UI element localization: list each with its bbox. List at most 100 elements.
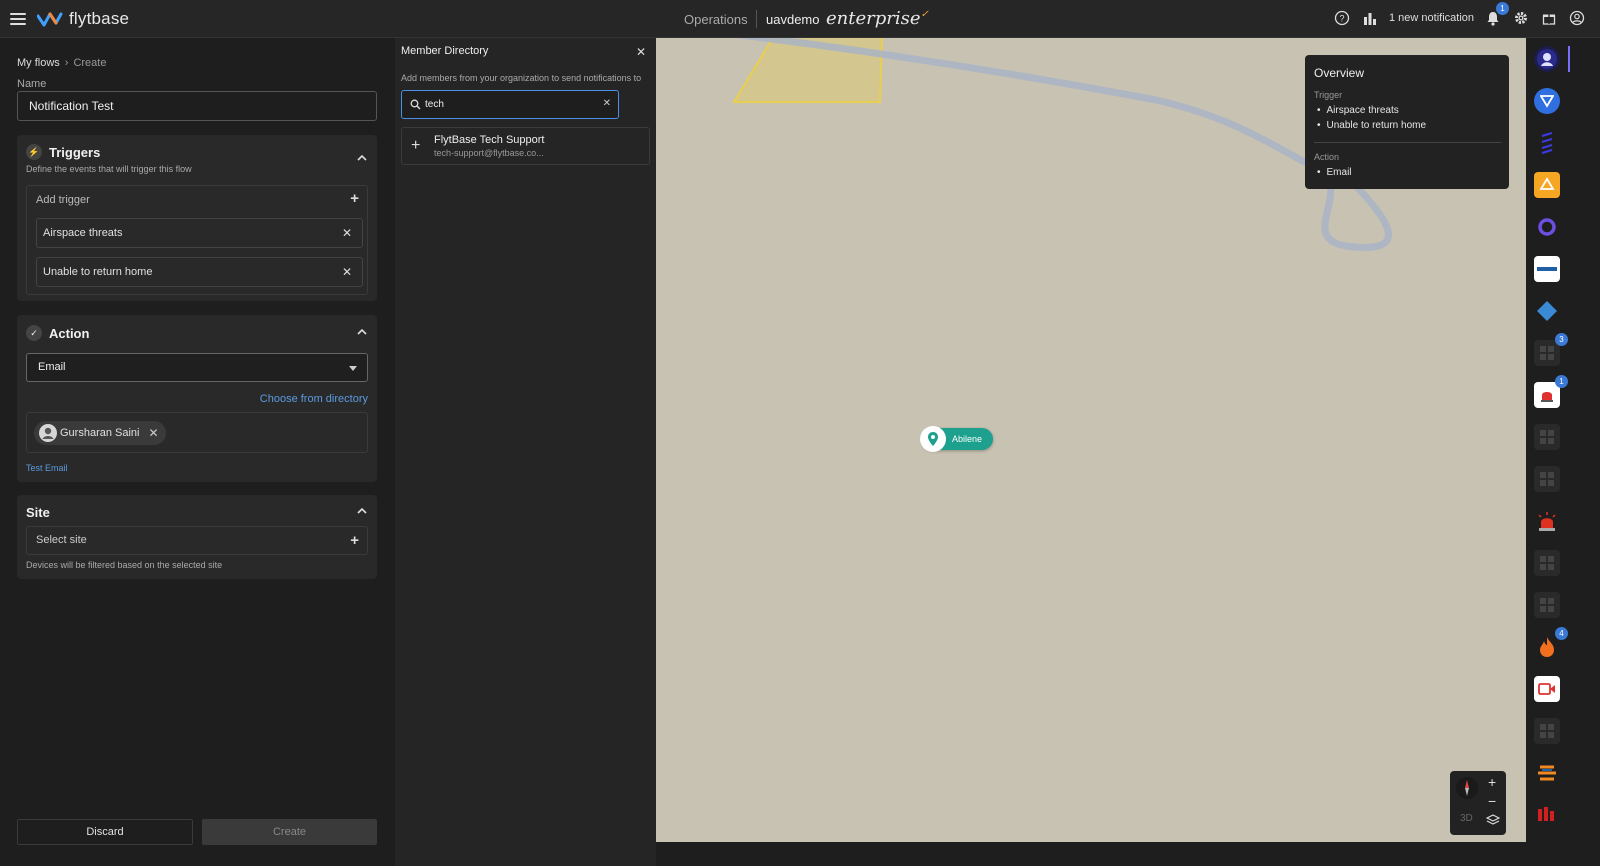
member-name: FlytBase Tech Support xyxy=(434,134,545,146)
location-pin-icon xyxy=(920,426,946,452)
app-rail: 3 1 4 xyxy=(1526,38,1600,866)
menu-icon[interactable] xyxy=(10,13,26,25)
flow-name-input[interactable]: Notification Test xyxy=(17,91,377,121)
zoom-out-icon[interactable]: − xyxy=(1488,793,1496,809)
rail-app-orange-icon[interactable] xyxy=(1534,172,1560,198)
directory-description: Add members from your organization to se… xyxy=(401,73,642,83)
bell-icon[interactable]: 1 xyxy=(1484,2,1509,27)
remove-trigger-icon[interactable]: ✕ xyxy=(342,258,352,286)
rail-app-fire-icon[interactable]: 4 xyxy=(1534,627,1568,660)
breadcrumb-my-flows[interactable]: My flows xyxy=(17,57,60,69)
site-collapse-icon[interactable] xyxy=(356,506,368,516)
layers-icon[interactable] xyxy=(1486,813,1500,827)
site-select[interactable]: Select site + xyxy=(26,526,368,555)
dropdown-caret-icon xyxy=(349,366,357,371)
rail-badge: 3 xyxy=(1555,333,1568,346)
nav-operations-link[interactable]: Operations xyxy=(684,12,748,27)
breadcrumb-current: Create xyxy=(73,57,107,69)
trigger-chip-label: Unable to return home xyxy=(43,266,153,278)
close-icon[interactable]: ✕ xyxy=(636,45,646,59)
rail-app-placeholder-icon[interactable]: 3 xyxy=(1534,333,1568,366)
recipient-chip: Gursharan Saini ✕ xyxy=(34,421,166,445)
rail-app-placeholder-icon[interactable] xyxy=(1534,592,1560,618)
stats-icon[interactable] xyxy=(1361,9,1379,27)
site-title: Site xyxy=(26,505,50,520)
edition-mark-icon: ✓ xyxy=(920,9,929,20)
gift-icon[interactable] xyxy=(1540,9,1558,27)
add-trigger-plus-icon[interactable]: + xyxy=(350,190,359,207)
action-collapse-icon[interactable] xyxy=(356,327,368,337)
triggers-header: ⚡ Triggers xyxy=(26,144,100,160)
remove-recipient-icon[interactable]: ✕ xyxy=(148,421,158,445)
avatar-icon xyxy=(39,424,57,442)
edition-text: enterprise xyxy=(826,8,921,29)
gear-icon[interactable] xyxy=(1512,9,1530,27)
clear-search-icon[interactable]: ✕ xyxy=(603,98,611,109)
rail-app-red-logo-icon[interactable] xyxy=(1534,802,1560,828)
remove-trigger-icon[interactable]: ✕ xyxy=(342,219,352,247)
recipient-name: Gursharan Saini xyxy=(60,427,140,439)
rail-app-placeholder-icon[interactable] xyxy=(1534,424,1560,450)
overview-title: Overview xyxy=(1314,66,1365,80)
help-icon[interactable]: ? xyxy=(1333,9,1351,27)
action-type-value: Email xyxy=(38,361,66,373)
name-label: Name xyxy=(17,78,47,90)
lightning-icon: ⚡ xyxy=(26,144,42,160)
add-trigger-label[interactable]: Add trigger xyxy=(36,194,90,206)
check-icon: ✓ xyxy=(26,325,42,341)
trigger-chip-label: Airspace threats xyxy=(43,227,123,239)
action-type-select[interactable]: Email xyxy=(26,353,368,382)
rail-app-s-stripes-icon[interactable] xyxy=(1534,760,1560,786)
member-email: tech-support@flytbase.co... xyxy=(434,148,544,158)
recipients-field[interactable]: Gursharan Saini ✕ xyxy=(26,412,368,453)
rail-app-send-icon[interactable] xyxy=(1534,88,1560,114)
site-select-label: Select site xyxy=(36,534,87,546)
rail-app-genetec-icon[interactable] xyxy=(1534,256,1560,282)
overview-trigger-item: Airspace threats xyxy=(1317,105,1399,116)
overview-action-label: Action xyxy=(1314,152,1340,162)
breadcrumb-chevron-icon: › xyxy=(64,57,69,69)
rail-badge: 4 xyxy=(1555,627,1568,640)
create-button[interactable]: Create xyxy=(202,819,377,845)
rail-app-space-icon[interactable] xyxy=(1534,46,1560,72)
site-hint: Devices will be filtered based on the se… xyxy=(26,560,223,570)
rail-app-diamond-icon[interactable] xyxy=(1534,298,1560,324)
nav-divider xyxy=(756,10,757,28)
rail-app-placeholder-icon[interactable] xyxy=(1534,550,1560,576)
rail-app-blue-stripes-icon[interactable] xyxy=(1534,130,1560,156)
rail-app-ring-icon[interactable] xyxy=(1534,214,1560,240)
compass-icon[interactable] xyxy=(1456,777,1478,799)
directory-search-input[interactable]: tech ✕ xyxy=(401,90,619,119)
notification-summary[interactable]: 1 new notification xyxy=(1389,12,1474,24)
add-site-plus-icon[interactable]: + xyxy=(350,527,359,554)
rail-app-alarm-icon[interactable]: 1 xyxy=(1534,375,1568,408)
map-view[interactable]: Overview Trigger Airspace threats Unable… xyxy=(656,38,1526,842)
notification-count-badge: 1 xyxy=(1496,2,1509,15)
rail-app-camera-icon[interactable] xyxy=(1534,676,1560,702)
rail-app-placeholder-icon[interactable] xyxy=(1534,718,1560,744)
member-result[interactable]: + FlytBase Tech Support tech-support@fly… xyxy=(401,127,650,165)
overview-divider xyxy=(1314,142,1501,143)
add-member-plus-icon[interactable]: + xyxy=(411,137,420,155)
triggers-collapse-icon[interactable] xyxy=(356,153,368,163)
rail-app-placeholder-icon[interactable] xyxy=(1534,466,1560,492)
overview-action-item: Email xyxy=(1317,167,1352,178)
map-controls: + − 3D xyxy=(1450,771,1506,835)
discard-button[interactable]: Discard xyxy=(17,819,193,845)
rail-active-indicator xyxy=(1568,46,1570,72)
choose-from-directory-link[interactable]: Choose from directory xyxy=(260,393,368,405)
triggers-title: Triggers xyxy=(49,144,101,160)
account-icon[interactable] xyxy=(1568,9,1586,27)
rail-app-siren-icon[interactable] xyxy=(1534,508,1560,534)
flytbase-logo-icon xyxy=(37,12,63,27)
app-logo[interactable]: flytbase xyxy=(37,9,129,29)
member-directory-panel: Member Directory ✕ Add members from your… xyxy=(395,38,656,866)
overview-trigger-item: Unable to return home xyxy=(1317,120,1427,131)
view-3d-toggle[interactable]: 3D xyxy=(1460,813,1473,824)
zoom-in-icon[interactable]: + xyxy=(1488,774,1496,790)
search-value: tech xyxy=(425,99,444,110)
site-pin-label: Abilene xyxy=(952,434,983,444)
test-email-link[interactable]: Test Email xyxy=(26,463,68,473)
site-pin[interactable]: Abilene xyxy=(920,426,994,452)
org-name[interactable]: uavdemo xyxy=(766,12,819,27)
